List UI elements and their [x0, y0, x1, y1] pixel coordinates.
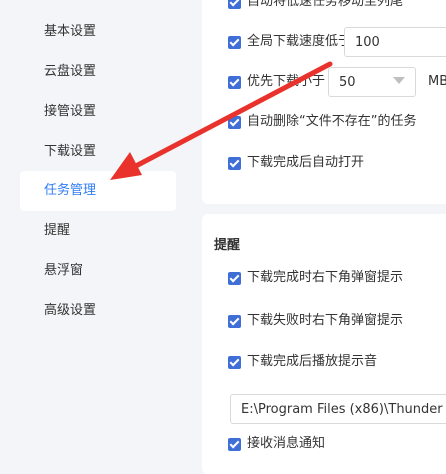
- auto-delete-option[interactable]: 自动删除“文件不存在”的任务: [228, 112, 416, 132]
- checkbox-checked-icon[interactable]: [228, 314, 241, 328]
- checkbox-checked-icon[interactable]: [228, 156, 241, 170]
- sidebar-item-takeover[interactable]: 接管设置: [20, 92, 176, 132]
- move-slow-tasks-option[interactable]: 自动将低速任务移动至列尾: [228, 0, 403, 12]
- reminder-section-title: 提醒: [214, 238, 241, 253]
- sound-option[interactable]: 下载完成后播放提示音: [228, 352, 377, 372]
- sidebar-item-floating-window[interactable]: 悬浮窗: [20, 251, 176, 291]
- checkbox-checked-icon[interactable]: [228, 271, 241, 285]
- prefer-small-value: 50: [339, 75, 356, 90]
- popup-fail-option[interactable]: 下载失败时右下角弹窗提示: [228, 311, 403, 331]
- chevron-down-icon: [393, 77, 405, 84]
- auto-delete-label: 自动删除“文件不存在”的任务: [247, 114, 417, 129]
- checkbox-checked-icon[interactable]: [228, 0, 241, 9]
- speed-limit-label: 全局下载速度低于: [247, 34, 352, 49]
- checkbox-checked-icon[interactable]: [228, 35, 241, 49]
- checkbox-checked-icon[interactable]: [228, 355, 241, 369]
- sidebar-item-advanced[interactable]: 高级设置: [20, 291, 176, 331]
- sidebar-item-download[interactable]: 下载设置: [20, 132, 176, 172]
- move-slow-tasks-label: 自动将低速任务移动至列尾: [247, 0, 404, 9]
- sound-file-path-input[interactable]: E:\Program Files (x86)\Thunder Netw: [230, 394, 446, 424]
- receive-message-label: 接收消息通知: [247, 436, 326, 451]
- sidebar-item-task-management[interactable]: 任务管理: [20, 171, 176, 211]
- sound-label: 下载完成后播放提示音: [247, 354, 378, 369]
- prefer-small-select[interactable]: 50: [328, 67, 416, 97]
- sidebar-item-reminder[interactable]: 提醒: [20, 211, 176, 251]
- popup-complete-option[interactable]: 下载完成时右下角弹窗提示: [228, 268, 403, 288]
- sidebar-item-cloud[interactable]: 云盘设置: [20, 52, 176, 92]
- prefer-small-option[interactable]: 优先下载小于: [228, 72, 325, 92]
- checkbox-checked-icon[interactable]: [228, 75, 241, 89]
- auto-open-option[interactable]: 下载完成后自动打开: [228, 153, 364, 173]
- receive-message-option[interactable]: 接收消息通知: [228, 434, 325, 454]
- speed-limit-option[interactable]: 全局下载速度低于: [228, 32, 351, 52]
- auto-open-label: 下载完成后自动打开: [247, 155, 365, 170]
- popup-complete-label: 下载完成时右下角弹窗提示: [247, 270, 404, 285]
- popup-fail-label: 下载失败时右下角弹窗提示: [247, 313, 404, 328]
- sidebar-item-basic[interactable]: 基本设置: [20, 12, 176, 52]
- settings-sidebar: 基本设置 云盘设置 接管设置 下载设置 任务管理 提醒 悬浮窗 高级设置: [0, 0, 190, 460]
- checkbox-checked-icon[interactable]: [228, 437, 241, 451]
- size-unit-label: MB: [428, 74, 446, 89]
- prefer-small-label: 优先下载小于: [247, 74, 326, 89]
- checkbox-checked-icon[interactable]: [228, 115, 241, 129]
- speed-limit-input[interactable]: 100: [344, 27, 446, 57]
